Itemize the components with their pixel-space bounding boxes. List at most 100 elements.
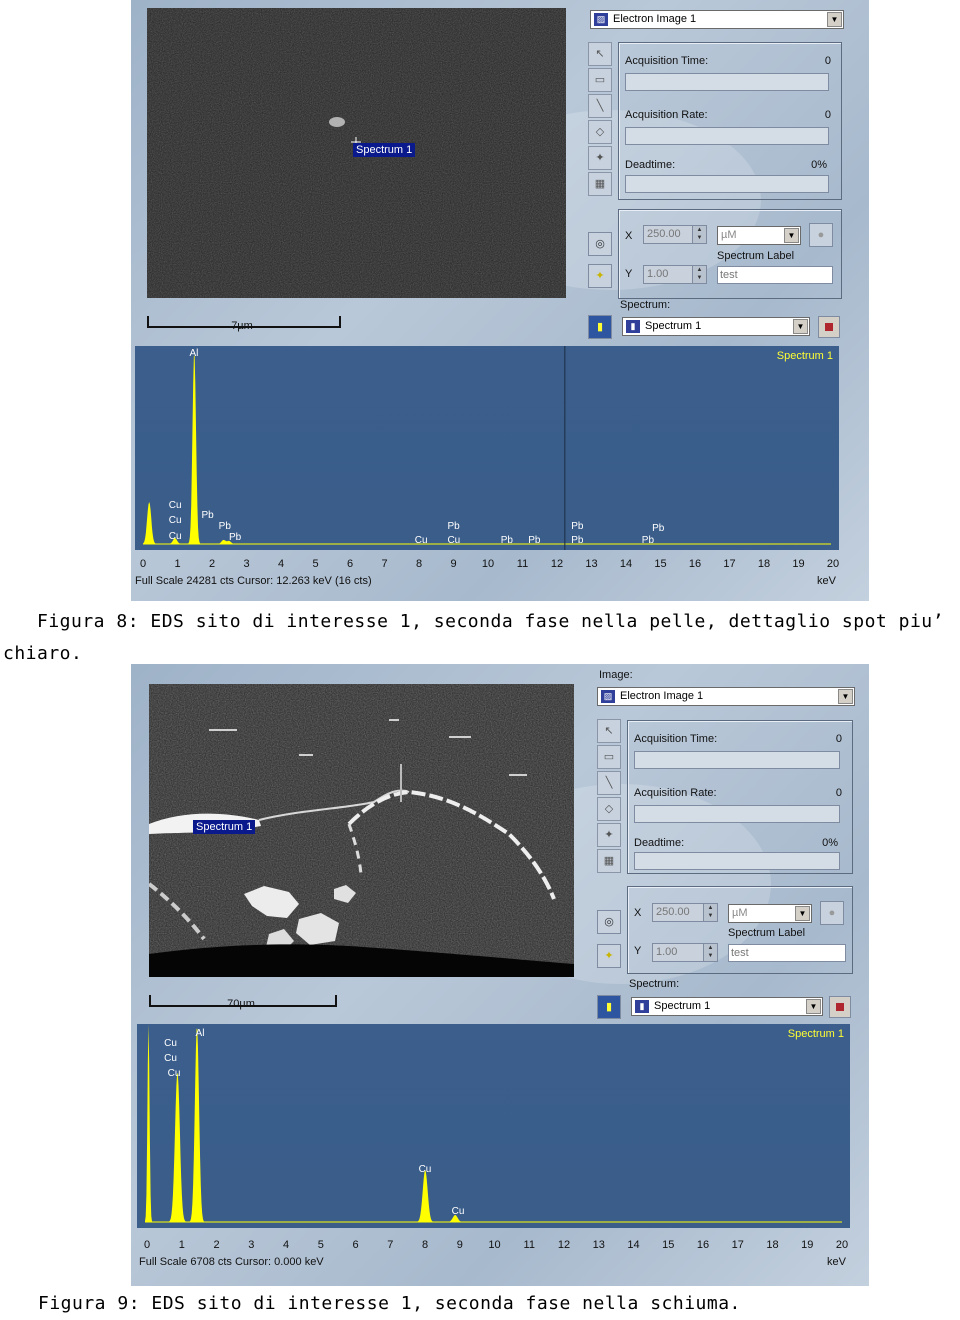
unit-select[interactable]: µM ▼: [717, 226, 801, 245]
peak-label: Cu: [164, 1053, 177, 1064]
chevron-down-icon[interactable]: ▼: [827, 12, 842, 27]
pointer-tool-icon[interactable]: ↖: [588, 42, 612, 66]
line-tool-icon[interactable]: ╲: [597, 771, 621, 795]
record-button[interactable]: ●: [820, 901, 844, 925]
target-icon[interactable]: ◎: [588, 232, 612, 256]
energy-tick: 15: [654, 558, 667, 570]
acquisition-rate-value: 0: [824, 109, 831, 121]
energy-tick: 7: [381, 558, 388, 570]
energy-tick: 20: [826, 558, 840, 570]
energy-tick: 11: [516, 558, 529, 570]
spectrum-chart-icon[interactable]: ▮: [597, 995, 621, 1019]
y-stepper[interactable]: 1.00 ▲ ▼: [652, 943, 718, 962]
energy-tick: 12: [550, 558, 564, 570]
acquisition-rate-bar: [634, 805, 840, 823]
chevron-down-icon[interactable]: ▼: [795, 906, 810, 921]
peak-label: Pb: [571, 535, 584, 546]
peak-label: Cu: [169, 515, 182, 526]
scale-bar-label: 70µm: [227, 998, 255, 1010]
acquisition-group: Acquisition Time: 0 Acquisition Rate: 0 …: [627, 720, 853, 874]
target-icon[interactable]: ◎: [597, 910, 621, 934]
energy-axis: 0 1 2 3 4 5 6 7 8 9 10 11 12 13 14 15 16 17 18 19 20: [144, 1239, 848, 1253]
spectrum-plot[interactable]: Spectrum 1 Cu Cu Cu Al Cu Cu: [137, 1024, 850, 1228]
stepper-arrows-icon[interactable]: ▲ ▼: [692, 226, 706, 243]
rectangle-tool-icon[interactable]: ▭: [597, 745, 621, 769]
figure8-caption-continued: chiaro.: [3, 643, 83, 664]
energy-tick: 16: [688, 558, 702, 570]
stop-button[interactable]: [818, 316, 840, 338]
energy-tick: 1: [178, 1239, 185, 1251]
line-tool-icon[interactable]: ╲: [588, 94, 612, 118]
sem-image[interactable]: Spectrum 1: [149, 684, 574, 977]
area-tool-icon[interactable]: ◇: [597, 797, 621, 821]
spectrum-caption: Spectrum:: [620, 299, 671, 311]
peak-label: Cu: [164, 1038, 177, 1049]
pointer-tool-icon[interactable]: ↖: [597, 719, 621, 743]
chevron-down-icon[interactable]: ▼: [806, 999, 821, 1014]
chevron-down-icon[interactable]: ▼: [793, 319, 808, 334]
peak-label: Pb: [447, 521, 460, 532]
deadtime-label: Deadtime:: [634, 837, 685, 849]
unit-select[interactable]: µM ▼: [728, 904, 812, 923]
stepper-arrows-icon[interactable]: ▲ ▼: [703, 944, 717, 961]
energy-tick: 8: [415, 558, 423, 570]
energy-tick: 6: [352, 1239, 359, 1251]
spectrum-chart-icon[interactable]: ▮: [588, 315, 612, 339]
grid-tool-icon[interactable]: ▦: [597, 849, 621, 873]
y-stepper-value: 1.00: [656, 946, 678, 958]
energy-tick: 17: [731, 1239, 744, 1251]
energy-tick: 13: [585, 558, 598, 570]
acquisition-time-bar: [625, 73, 829, 91]
image-caption: Image:: [599, 669, 633, 681]
energy-tick: 14: [627, 1239, 640, 1251]
energy-tick: 10: [481, 558, 495, 570]
image-select[interactable]: ▨ Electron Image 1 ▼: [597, 687, 855, 706]
spectrum-trace: [145, 1024, 842, 1222]
energy-tick: 10: [488, 1239, 501, 1251]
peak-label: Al: [196, 1028, 205, 1039]
peak-label: Pb: [571, 521, 584, 532]
chevron-down-icon[interactable]: ▼: [784, 228, 799, 243]
energy-tick: 0: [143, 1239, 151, 1251]
deadtime-value: 0%: [811, 159, 827, 171]
energy-tick: 18: [757, 558, 771, 570]
sem-spectrum-marker[interactable]: Spectrum 1: [193, 820, 256, 834]
stop-button[interactable]: [829, 996, 851, 1018]
energy-tick: 5: [317, 1239, 324, 1251]
spectrum-caption: Spectrum:: [629, 978, 680, 990]
peak-label: Pb: [652, 523, 665, 534]
sparkle-icon[interactable]: ✦: [597, 944, 621, 968]
x-stepper[interactable]: 250.00 ▲ ▼: [643, 225, 707, 244]
grid-tool-icon[interactable]: ▦: [588, 172, 612, 196]
sem-image[interactable]: Spectrum 1: [147, 8, 566, 298]
energy-tick: 7: [387, 1239, 394, 1251]
spectrum-icon: ▮: [626, 320, 640, 333]
scale-bar-label: 7µm: [231, 320, 253, 332]
x-stepper[interactable]: 250.00 ▲ ▼: [652, 903, 718, 922]
spectrum-plot[interactable]: Spectrum 1 Al Cu Cu Cu Pb Pb Pb Cu Cu Pb Pb Pb Pb Pb Pb…: [135, 346, 839, 550]
chevron-down-icon[interactable]: ▼: [838, 689, 853, 704]
y-stepper[interactable]: 1.00 ▲ ▼: [643, 265, 707, 284]
deadtime-label: Deadtime:: [625, 159, 676, 171]
spectrum-label-input[interactable]: test: [728, 944, 846, 962]
image-icon: ▨: [601, 690, 615, 703]
spectrum-select[interactable]: ▮ Spectrum 1 ▼: [622, 317, 810, 336]
energy-tick: 2: [213, 1239, 220, 1251]
sparkle-icon[interactable]: ✦: [588, 264, 612, 288]
sem-spectrum-marker[interactable]: Spectrum 1: [353, 143, 416, 157]
image-select-value: Electron Image 1: [613, 13, 697, 25]
stepper-arrows-icon[interactable]: ▲ ▼: [703, 904, 717, 921]
area-tool-icon[interactable]: ◇: [588, 120, 612, 144]
point-tool-icon[interactable]: ✦: [597, 823, 621, 847]
point-tool-icon[interactable]: ✦: [588, 146, 612, 170]
energy-tick: 15: [662, 1239, 675, 1251]
energy-unit: keV: [817, 575, 836, 587]
image-select[interactable]: ▨ Electron Image 1 ▼: [590, 10, 844, 29]
spectrum-label-input[interactable]: test: [717, 266, 833, 284]
spectrum-select[interactable]: ▮ Spectrum 1 ▼: [631, 997, 823, 1016]
record-button[interactable]: ●: [809, 223, 833, 247]
spectrum-select-value: Spectrum 1: [645, 320, 702, 332]
rectangle-tool-icon[interactable]: ▭: [588, 68, 612, 92]
stepper-arrows-icon[interactable]: ▲ ▼: [692, 266, 706, 283]
energy-tick: 8: [421, 1239, 429, 1251]
